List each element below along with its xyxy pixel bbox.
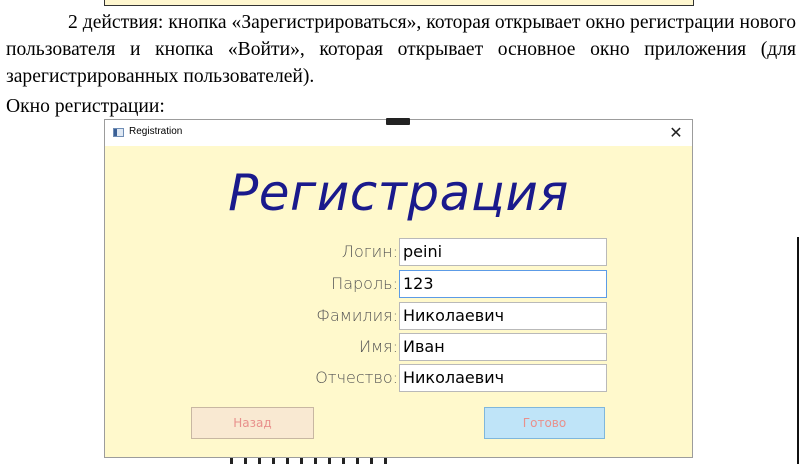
done-button[interactable]: Готово xyxy=(484,407,605,439)
patronymic-input[interactable]: Николаевич xyxy=(399,364,607,392)
name-label: Имя: xyxy=(358,337,398,356)
page-title: Регистрация xyxy=(228,164,569,222)
login-input[interactable]: peini xyxy=(399,238,607,266)
password-label: Пароль: xyxy=(331,274,398,293)
surname-label: Фамилия: xyxy=(316,306,398,325)
password-row: Пароль: 123 xyxy=(105,270,692,298)
document-caption: Окно регистрации: xyxy=(6,96,165,117)
login-row: Логин: peini xyxy=(105,238,692,266)
login-label: Логин: xyxy=(341,242,398,261)
bottom-decor-marks xyxy=(230,458,390,464)
registration-window: Registration ✕ Регистрация Логин: peini … xyxy=(104,118,693,458)
window-title: Registration xyxy=(129,126,183,137)
close-icon[interactable]: ✕ xyxy=(666,123,686,143)
patronymic-label: Отчество: xyxy=(315,368,398,387)
window-titlebar[interactable]: Registration ✕ xyxy=(105,118,692,146)
top-frame-edge xyxy=(104,0,694,6)
name-input[interactable]: Иван xyxy=(399,333,607,361)
back-button[interactable]: Назад xyxy=(191,407,314,439)
name-row: Имя: Иван xyxy=(105,333,692,361)
document-paragraph: 2 действия: кнопка «Зарегистрироваться»,… xyxy=(6,12,796,87)
window-app-icon xyxy=(113,128,124,137)
surname-input[interactable]: Николаевич xyxy=(399,302,607,330)
password-input[interactable]: 123 xyxy=(399,270,607,298)
surname-row: Фамилия: Николаевич xyxy=(105,302,692,330)
right-edge-bar xyxy=(797,237,799,464)
window-grip-handle[interactable] xyxy=(386,118,410,125)
patronymic-row: Отчество: Николаевич xyxy=(105,364,692,392)
